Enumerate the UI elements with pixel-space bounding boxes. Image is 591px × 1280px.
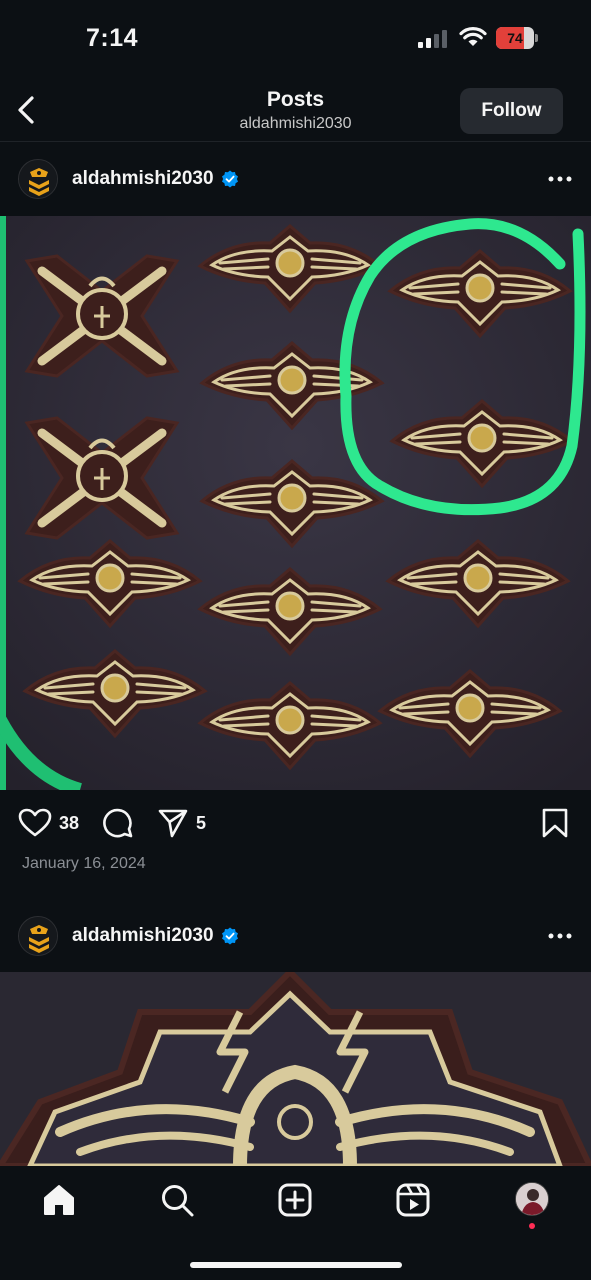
like-count[interactable]: 38 [59, 813, 79, 834]
more-options-button[interactable] [546, 926, 574, 946]
search-icon[interactable] [159, 1182, 195, 1218]
home-icon[interactable] [41, 1182, 77, 1218]
page-header: Posts aldahmishi2030 Follow [0, 78, 591, 142]
post-date: January 16, 2024 [22, 855, 146, 872]
military-patches-photo [0, 216, 591, 790]
comment-icon[interactable] [102, 807, 134, 839]
verified-badge-icon [222, 170, 238, 188]
bookmark-icon[interactable] [541, 808, 569, 838]
profile-avatar[interactable] [515, 1182, 549, 1216]
author-avatar[interactable] [18, 159, 58, 199]
post-image[interactable] [0, 972, 591, 1166]
post-header: aldahmishi2030 [0, 143, 591, 215]
author-username[interactable]: aldahmishi2030 [72, 168, 214, 190]
status-bar: 7:14 74 [0, 0, 591, 78]
post-header: aldahmishi2030 [0, 900, 591, 972]
author-username[interactable]: aldahmishi2030 [72, 925, 214, 947]
home-indicator [190, 1262, 402, 1268]
profile-photo [516, 1183, 548, 1215]
more-options-button[interactable] [546, 169, 574, 189]
battery-icon: 74 [496, 27, 538, 49]
post-image[interactable] [0, 216, 591, 790]
create-icon[interactable] [277, 1182, 313, 1218]
notification-dot [529, 1223, 535, 1229]
rank-emblem-icon [19, 917, 57, 955]
patch-closeup-photo [0, 972, 591, 1166]
author-avatar[interactable] [18, 916, 58, 956]
share-count[interactable]: 5 [196, 813, 206, 834]
battery-level: 74 [507, 30, 523, 46]
heart-icon[interactable] [18, 808, 52, 838]
follow-button[interactable]: Follow [460, 88, 563, 134]
reels-icon[interactable] [395, 1182, 431, 1218]
verified-badge-icon [222, 927, 238, 945]
signal-icon [418, 30, 450, 48]
share-icon[interactable] [157, 808, 189, 838]
status-time: 7:14 [86, 24, 139, 52]
rank-emblem-icon [19, 160, 57, 198]
post-actions: 38 5 [0, 800, 591, 846]
wifi-icon [459, 27, 487, 46]
